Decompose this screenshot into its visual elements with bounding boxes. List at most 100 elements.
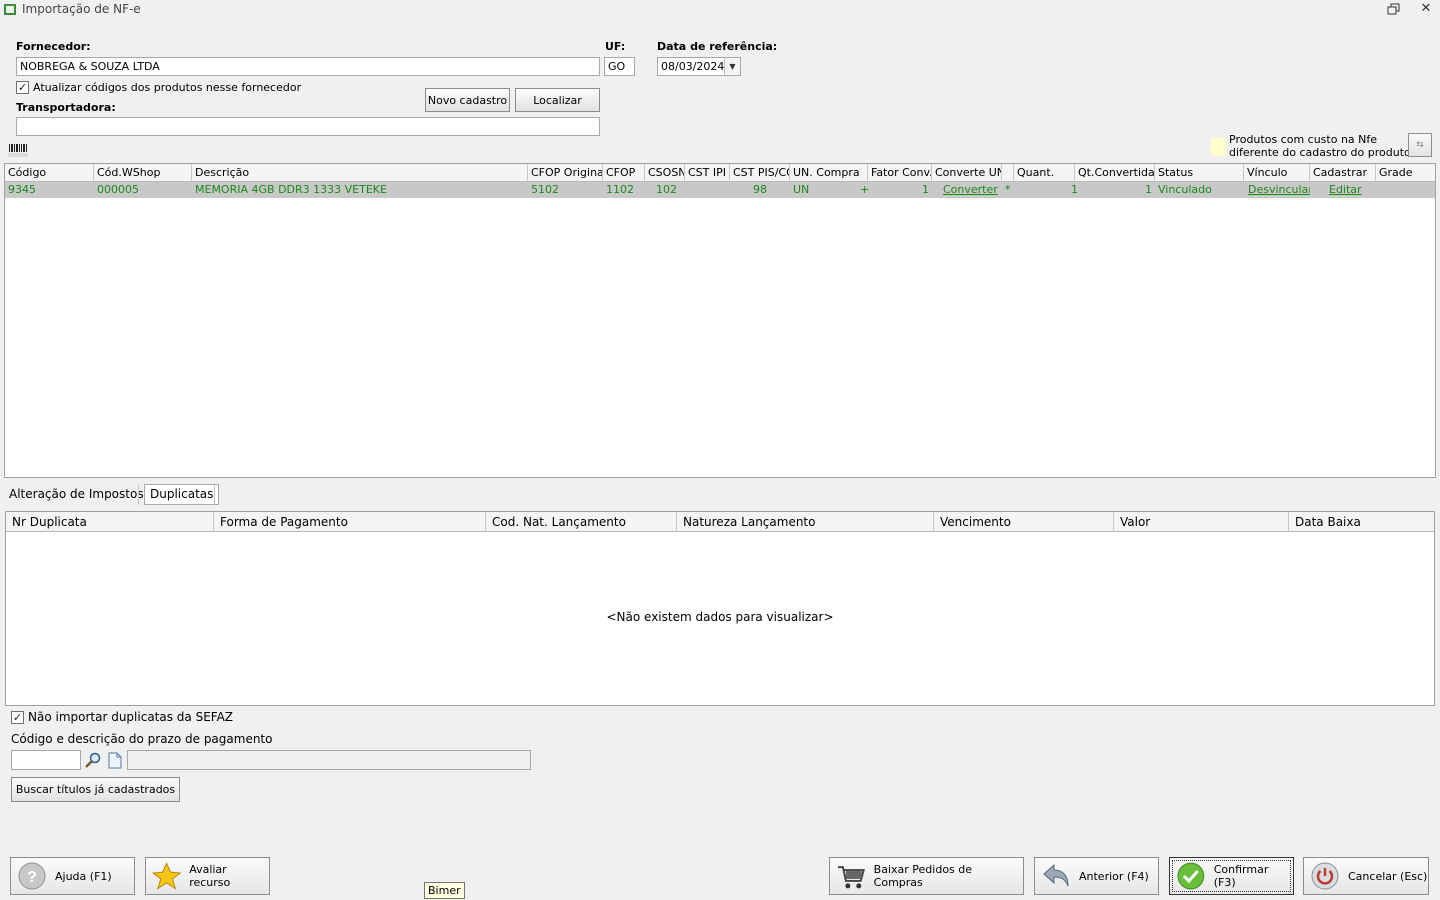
duplicates-grid-header: Nr Duplicata Forma de Pagamento Cod. Nat…: [6, 512, 1434, 532]
cell-cst-pis: 98: [753, 183, 767, 196]
convert-link[interactable]: Converter: [940, 182, 1002, 198]
products-grid-header: Código Cód.WShop Descrição CFOP Original…: [5, 164, 1435, 182]
svg-text:?: ?: [27, 869, 37, 886]
col-quant[interactable]: Quant.: [1014, 164, 1075, 182]
cell-descricao: MEMORIA 4GB DDR3 1333 VETEKE: [195, 183, 387, 196]
col-grade[interactable]: Grade: [1376, 164, 1435, 182]
restore-icon[interactable]: [1387, 3, 1401, 16]
tooltip: Bimer: [424, 882, 465, 899]
tab-separator: [138, 485, 139, 505]
col-valor[interactable]: Valor: [1114, 512, 1289, 532]
cell-un-compra: UN: [793, 183, 810, 196]
no-import-checkbox[interactable]: ✓: [11, 711, 24, 724]
help-icon: ?: [18, 862, 46, 890]
col-qt-convertida[interactable]: Qt.Convertida: [1075, 164, 1155, 182]
cancel-button[interactable]: Cancelar (Esc): [1303, 857, 1429, 895]
date-label: Data de referência:: [657, 40, 778, 53]
col-csosn[interactable]: CSOSN: [645, 164, 685, 182]
cell-qt-convertida: 1: [1145, 183, 1152, 196]
help-label: Ajuda (F1): [55, 869, 112, 883]
col-cst-pis[interactable]: CST PIS/CO: [730, 164, 790, 182]
previous-label: Anterior (F4): [1079, 869, 1149, 883]
search-titles-button[interactable]: Buscar títulos já cadastrados: [11, 777, 180, 802]
carrier-label: Transportadora:: [16, 101, 116, 114]
check-icon: [1177, 862, 1205, 890]
document-icon[interactable]: [108, 752, 122, 769]
back-arrow-icon: [1043, 863, 1069, 887]
duplicates-grid[interactable]: Nr Duplicata Forma de Pagamento Cod. Nat…: [5, 511, 1435, 706]
legend-text: Produtos com custo na Nfe diferente do c…: [1229, 133, 1411, 159]
title-bar: Importação de NF-e ✕: [0, 0, 1440, 20]
confirm-label: Confirmar (F3): [1213, 863, 1269, 889]
app-icon: [4, 4, 16, 15]
previous-button[interactable]: Anterior (F4): [1034, 857, 1159, 895]
cancel-label: Cancelar (Esc): [1348, 869, 1428, 883]
update-codes-label: Atualizar códigos dos produtos nesse for…: [33, 81, 302, 94]
supplier-field[interactable]: NOBREGA & SOUZA LTDA: [16, 57, 600, 76]
col-data-baixa[interactable]: Data Baixa: [1289, 512, 1434, 532]
term-description-field[interactable]: [127, 750, 531, 770]
col-cfop-original[interactable]: CFOP Original: [528, 164, 603, 182]
purchase-orders-button[interactable]: Baixar Pedidos de Compras: [829, 857, 1024, 895]
supplier-label: Fornecedor:: [16, 40, 91, 53]
col-fator-conv[interactable]: Fator Conv.: [868, 164, 932, 182]
empty-message: <Não existem dados para visualizar>: [606, 610, 834, 624]
col-nr-duplicata[interactable]: Nr Duplicata: [6, 512, 214, 532]
cell-csosn: 102: [656, 183, 677, 196]
col-forma-pagamento[interactable]: Forma de Pagamento: [214, 512, 486, 532]
no-import-label: Não importar duplicatas da SEFAZ: [28, 710, 234, 724]
rate-feature-button[interactable]: Avaliar recurso: [145, 857, 270, 895]
cell-status: Vinculado: [1158, 183, 1212, 196]
rate-feature-label: Avaliar recurso: [189, 863, 231, 889]
col-descricao[interactable]: Descrição: [192, 164, 528, 182]
table-row[interactable]: 9345 000005 MEMORIA 4GB DDR3 1333 VETEKE…: [5, 182, 1435, 198]
cell-cfop: 1102: [606, 183, 634, 196]
edit-link[interactable]: Editar: [1326, 182, 1376, 198]
cell-grade: [1376, 182, 1435, 198]
uf-field[interactable]: GO: [604, 57, 635, 76]
col-converte-un[interactable]: Converte UN.: [932, 164, 1002, 182]
confirm-button[interactable]: Confirmar (F3): [1169, 857, 1294, 895]
tab-duplicatas[interactable]: Duplicatas: [144, 484, 220, 505]
carrier-field[interactable]: [16, 117, 600, 136]
expand-arrows-icon[interactable]: ⇆: [1408, 133, 1432, 157]
uf-label: UF:: [605, 40, 626, 53]
cell-flag: *: [1005, 183, 1011, 196]
barcode-icon[interactable]: [8, 143, 28, 157]
col-vencimento[interactable]: Vencimento: [934, 512, 1114, 532]
term-code-field[interactable]: [11, 750, 81, 770]
term-label: Código e descrição do prazo de pagamento: [11, 732, 273, 746]
col-codigo[interactable]: Código: [5, 164, 94, 182]
new-record-button[interactable]: Novo cadastro: [425, 88, 510, 112]
legend-swatch: [1211, 138, 1226, 156]
locate-button[interactable]: Localizar: [515, 88, 600, 112]
help-button[interactable]: ? Ajuda (F1): [10, 857, 135, 895]
col-un-compra[interactable]: UN. Compra: [790, 164, 868, 182]
col-cadastrar[interactable]: Cadastrar: [1310, 164, 1376, 182]
col-status[interactable]: Status: [1155, 164, 1244, 182]
products-grid[interactable]: Código Cód.WShop Descrição CFOP Original…: [4, 163, 1436, 478]
legend-line-2: diferente do cadastro do produto: [1229, 146, 1411, 159]
legend-line-1: Produtos com custo na Nfe: [1229, 133, 1378, 146]
chevron-down-icon[interactable]: ▼: [724, 58, 740, 75]
tab-bar: Alteração de Impostos Duplicatas: [4, 482, 1436, 506]
col-cod-wshop[interactable]: Cód.WShop: [94, 164, 192, 182]
col-flag[interactable]: [1002, 164, 1014, 182]
search-icon[interactable]: [84, 752, 102, 769]
col-vinculo[interactable]: Vínculo: [1244, 164, 1310, 182]
power-icon: [1311, 862, 1339, 890]
unlink-link[interactable]: Desvincular: [1245, 182, 1310, 198]
tab-separator: [214, 485, 215, 505]
col-cfop[interactable]: CFOP: [603, 164, 645, 182]
close-icon[interactable]: ✕: [1419, 2, 1433, 16]
col-cst-ipi[interactable]: CST IPI: [685, 164, 730, 182]
update-codes-checkbox[interactable]: ✓: [16, 81, 29, 94]
star-icon: [152, 862, 182, 890]
purchase-orders-label: Baixar Pedidos de Compras: [873, 863, 973, 889]
col-cod-nat[interactable]: Cod. Nat. Lançamento: [486, 512, 677, 532]
cell-cst-ipi: [685, 182, 730, 198]
cell-fator: 1: [922, 183, 929, 196]
col-natureza[interactable]: Natureza Lançamento: [677, 512, 934, 532]
cart-icon: [837, 866, 865, 889]
tab-alteracao-impostos[interactable]: Alteração de Impostos: [4, 482, 149, 506]
